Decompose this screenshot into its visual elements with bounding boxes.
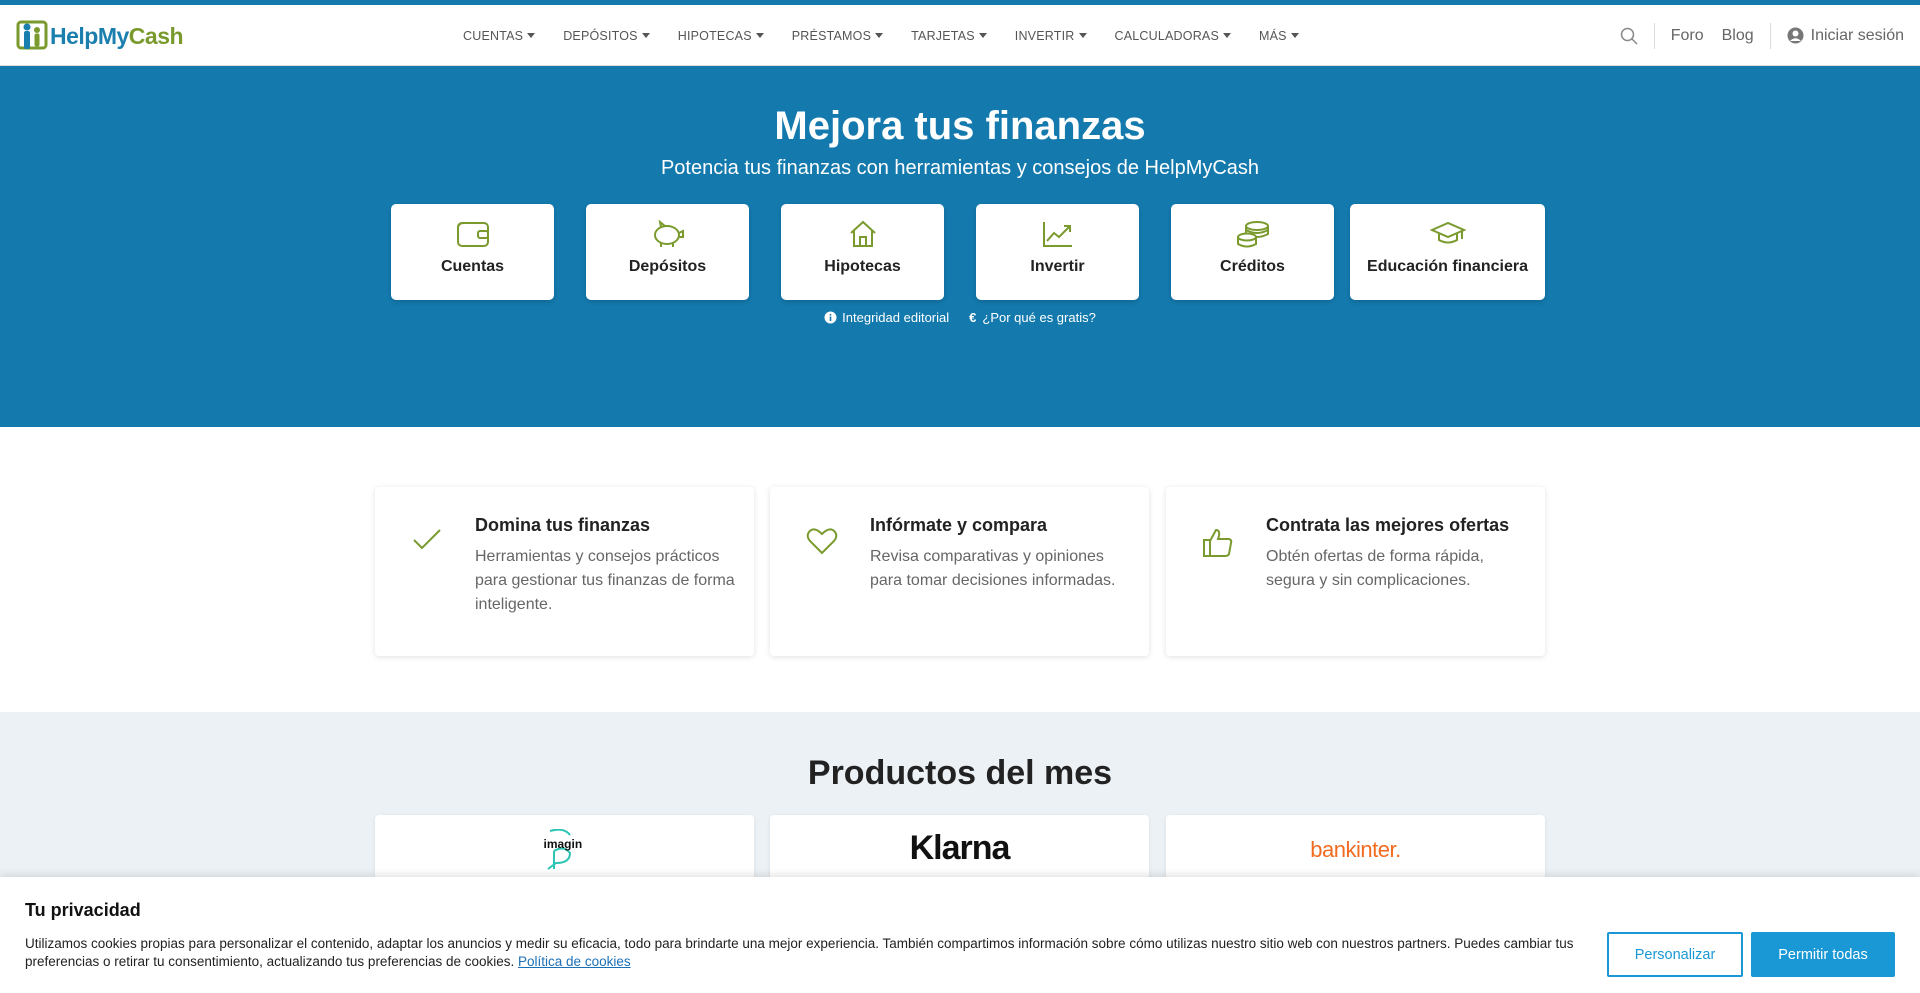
logo-text: HelpMyCash	[50, 22, 184, 50]
menu-item-label: DEPÓSITOS	[563, 28, 638, 43]
wallet-icon	[456, 222, 489, 247]
login-button[interactable]: Iniciar sesión	[1787, 27, 1904, 45]
blog-link[interactable]: Blog	[1722, 27, 1754, 45]
hero-subtitle: Potencia tus finanzas con herramientas y…	[660, 157, 1260, 179]
feature-title: Infórmate y compara	[870, 515, 1048, 535]
menu-item-depositos[interactable]: DEPÓSITOS	[563, 29, 650, 43]
logo-text-help: HelpMy	[50, 22, 129, 49]
menu-item-label: CUENTAS	[463, 28, 524, 43]
login-label: Iniciar sesión	[1810, 26, 1904, 44]
menu-item-cuentas[interactable]: CUENTAS	[463, 28, 536, 43]
heart-icon	[806, 528, 838, 555]
feature-title: Domina tus finanzas	[475, 515, 651, 535]
category-label: Cuentas	[440, 258, 505, 275]
feature-card-domina: Domina tus finanzas Herramientas y conse…	[375, 487, 754, 656]
editorial-integrity-link[interactable]: Integridad editorial	[824, 310, 949, 325]
hero-section: Mejora tus finanzas Potencia tus finanza…	[0, 66, 1920, 427]
category-cards: Cuentas Depósitos Hipotecas Invertir Cré…	[391, 204, 1545, 300]
menu-item-label: HIPOTECAS	[677, 28, 752, 43]
cookie-body: Utilizamos cookies propias para personal…	[25, 936, 1574, 969]
feature-text: Obtén ofertas de forma rápida, segura y …	[1266, 548, 1484, 589]
menu-item-label: MÁS	[1259, 28, 1287, 43]
main-menu: CUENTAS DEPÓSITOS HIPOTECAS PRÉSTAMOS TA…	[463, 5, 1327, 66]
category-card-cuentas[interactable]: Cuentas	[391, 204, 554, 300]
house-icon	[849, 220, 876, 247]
caret-down-icon	[641, 33, 650, 38]
editorial-integrity-label: Integridad editorial	[842, 310, 950, 325]
info-icon	[824, 311, 837, 324]
category-card-invertir[interactable]: Invertir	[976, 204, 1139, 300]
category-label: Invertir	[1030, 258, 1085, 275]
imagin-logo: imagin	[540, 829, 590, 870]
menu-item-tarjetas[interactable]: TARJETAS	[911, 29, 987, 43]
nav-divider	[1769, 22, 1771, 49]
category-card-educacion[interactable]: Educación financiera	[1350, 204, 1545, 300]
menu-item-calculadoras[interactable]: CALCULADORAS	[1115, 29, 1232, 43]
feature-card-contrata: Contrata las mejores ofertas Obtén ofert…	[1166, 487, 1545, 656]
feature-card-informate: Infórmate y compara Revisa comparativas …	[770, 487, 1149, 656]
thumbs-up-icon	[1203, 528, 1233, 557]
menu-item-label: PRÉSTAMOS	[791, 28, 872, 43]
trending-up-icon	[1042, 222, 1072, 247]
cookie-text: Utilizamos cookies propias para personal…	[25, 935, 1575, 971]
category-label: Depósitos	[628, 258, 707, 275]
menu-item-label: INVERTIR	[1014, 28, 1075, 43]
menu-item-hipotecas[interactable]: HIPOTECAS	[678, 29, 764, 43]
check-icon	[413, 529, 441, 550]
menu-item-mas[interactable]: MÁS	[1259, 29, 1299, 43]
caret-down-icon	[1223, 33, 1232, 38]
features-section: Domina tus finanzas Herramientas y conse…	[0, 427, 1920, 712]
menu-item-label: CALCULADORAS	[1114, 28, 1220, 43]
caret-down-icon	[527, 33, 536, 38]
category-label: Hipotecas	[824, 258, 901, 275]
feature-text: Herramientas y consejos prácticos para g…	[475, 548, 735, 613]
why-free-label: ¿Por qué es gratis?	[982, 310, 1096, 325]
cookie-title: Tu privacidad	[25, 900, 141, 920]
hero-title: Mejora tus finanzas	[774, 104, 1146, 148]
products-title: Productos del mes	[807, 754, 1113, 792]
caret-down-icon	[755, 33, 764, 38]
graduation-cap-icon	[1429, 221, 1466, 244]
piggy-bank-icon	[653, 220, 684, 247]
caret-down-icon	[978, 33, 987, 38]
menu-item-invertir[interactable]: INVERTIR	[1015, 29, 1087, 43]
hero-links: Integridad editorial € ¿Por qué es grati…	[0, 310, 1920, 325]
feature-text: Revisa comparativas y opiniones para tom…	[870, 548, 1116, 589]
search-icon[interactable]	[1620, 27, 1638, 45]
category-label: Educación financiera	[1367, 258, 1528, 275]
euro-icon: €	[969, 310, 977, 325]
category-card-depositos[interactable]: Depósitos	[586, 204, 749, 300]
coins-icon	[1236, 221, 1269, 248]
cookie-banner: Tu privacidad Utilizamos cookies propias…	[0, 877, 1920, 993]
caret-down-icon	[1290, 33, 1299, 38]
customize-button[interactable]: Personalizar	[1607, 932, 1743, 977]
category-card-hipotecas[interactable]: Hipotecas	[781, 204, 944, 300]
category-card-creditos[interactable]: Créditos	[1171, 204, 1334, 300]
feature-title: Contrata las mejores ofertas	[1266, 515, 1510, 535]
category-label: Créditos	[1220, 258, 1285, 275]
menu-item-label: TARJETAS	[911, 28, 975, 43]
nav-right: Foro Blog Iniciar sesión	[1620, 5, 1904, 66]
menu-item-prestamos[interactable]: PRÉSTAMOS	[791, 28, 884, 43]
user-circle-icon	[1787, 27, 1804, 44]
logo-text-cash: Cash	[128, 22, 184, 49]
imagin-wordmark: imagin	[543, 837, 583, 851]
foro-link[interactable]: Foro	[1671, 27, 1704, 45]
caret-down-icon	[875, 33, 884, 38]
logo-icon	[16, 20, 48, 50]
nav-divider	[1653, 22, 1655, 49]
caret-down-icon	[1078, 33, 1087, 38]
why-free-link[interactable]: € ¿Por qué es gratis?	[969, 310, 1096, 325]
logo[interactable]: HelpMyCash	[16, 18, 184, 54]
cookie-policy-link[interactable]: Política de cookies	[518, 954, 631, 969]
main-navbar: HelpMyCash CUENTAS DEPÓSITOS HIPOTECAS P…	[0, 5, 1920, 66]
allow-all-button[interactable]: Permitir todas	[1751, 932, 1895, 977]
